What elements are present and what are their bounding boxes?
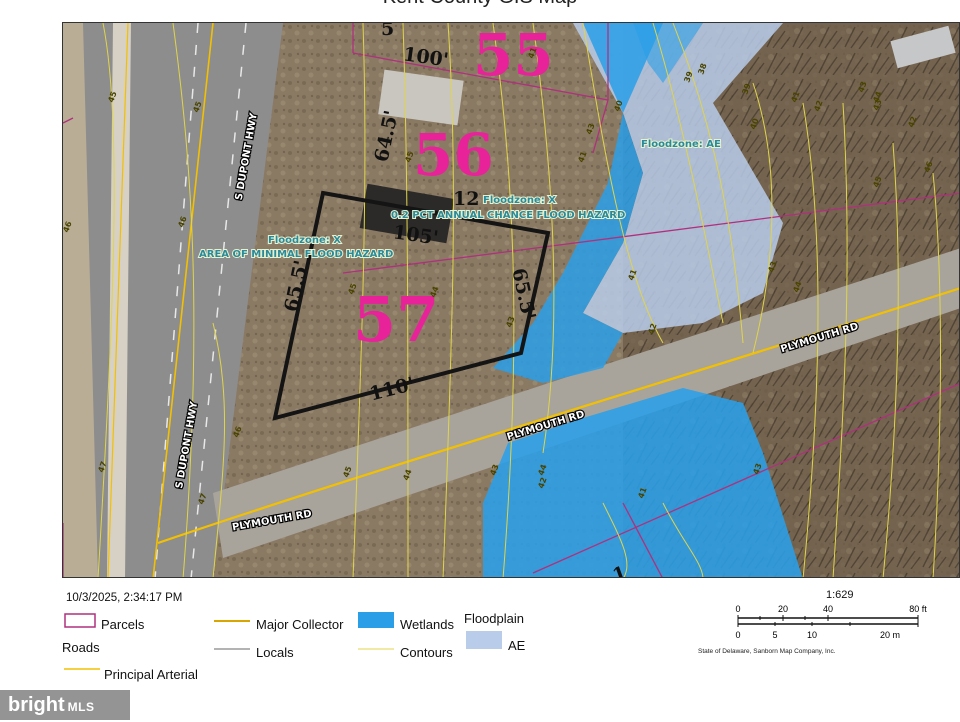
legend-principal-arterial: Principal Arterial <box>104 667 198 682</box>
scale-ft-tick: 20 <box>778 604 788 614</box>
legend-major-collector: Major Collector <box>256 617 344 632</box>
legend-parcels: Parcels <box>101 617 145 632</box>
legend-contours: Contours <box>400 645 453 660</box>
floodzone-x-minimal-desc: AREA OF MINIMAL FLOOD HAZARD <box>199 249 393 260</box>
parcel-number-56: 56 <box>413 121 494 189</box>
legend-roads-heading: Roads <box>62 640 100 655</box>
floodzone-x-shaded-desc: 0.2 PCT ANNUAL CHANCE FLOOD HAZARD <box>391 210 625 221</box>
print-timestamp: 10/3/2025, 2:34:17 PM <box>66 592 183 604</box>
parcel-number-57: 57 <box>353 283 439 356</box>
parcel-number-55: 55 <box>473 23 554 89</box>
brand-suffix: MLS <box>67 700 95 714</box>
legend-locals: Locals <box>256 645 294 660</box>
floodzone-x-shaded-label: Floodzone: X <box>483 195 556 206</box>
legend-floodplain-heading: Floodplain <box>464 611 524 626</box>
scale-m-tick: 0 <box>735 630 740 640</box>
wetlands-legend-swatch <box>358 612 394 628</box>
bright-mls-watermark: bright MLS <box>0 690 130 720</box>
map-title: Kent County GIS Map <box>0 0 960 9</box>
legend-wetlands: Wetlands <box>400 617 454 632</box>
legend-ae: AE <box>508 638 526 653</box>
aerial-map[interactable]: 55 56 57 1 5 100' 64.5' 12 105' 65.5' 65… <box>63 23 960 578</box>
map-credit: State of Delaware, Sanborn Map Company, … <box>698 648 836 655</box>
scale-ft-tick: 0 <box>735 604 740 614</box>
major-collector-legend-swatch <box>214 620 250 622</box>
locals-legend-swatch <box>214 648 250 650</box>
dimension-12: 12 <box>453 188 479 210</box>
scale-m-tick: 5 <box>772 630 777 640</box>
map-frame[interactable]: 55 56 57 1 5 100' 64.5' 12 105' 65.5' 65… <box>62 22 960 578</box>
floodplain-ae-legend-swatch <box>466 631 502 649</box>
scale-m-tick: 10 <box>807 630 817 640</box>
principal-arterial-legend-swatch <box>64 668 100 670</box>
contours-legend-swatch <box>358 648 394 650</box>
brand-name: bright <box>8 694 65 716</box>
parcels-legend-swatch <box>64 613 96 628</box>
scale-bar: 0 20 40 80 ft 0 5 10 20 m <box>735 604 927 640</box>
scale-m-tick: 20 m <box>880 630 900 640</box>
floodzone-x-minimal-label: Floodzone: X <box>268 235 341 246</box>
floodzone-ae-label: Floodzone: AE <box>641 139 721 150</box>
scale-ft-tick: 40 <box>823 604 833 614</box>
parcel-number-5: 5 <box>381 23 394 40</box>
scale-ft-tick: 80 ft <box>909 604 927 614</box>
